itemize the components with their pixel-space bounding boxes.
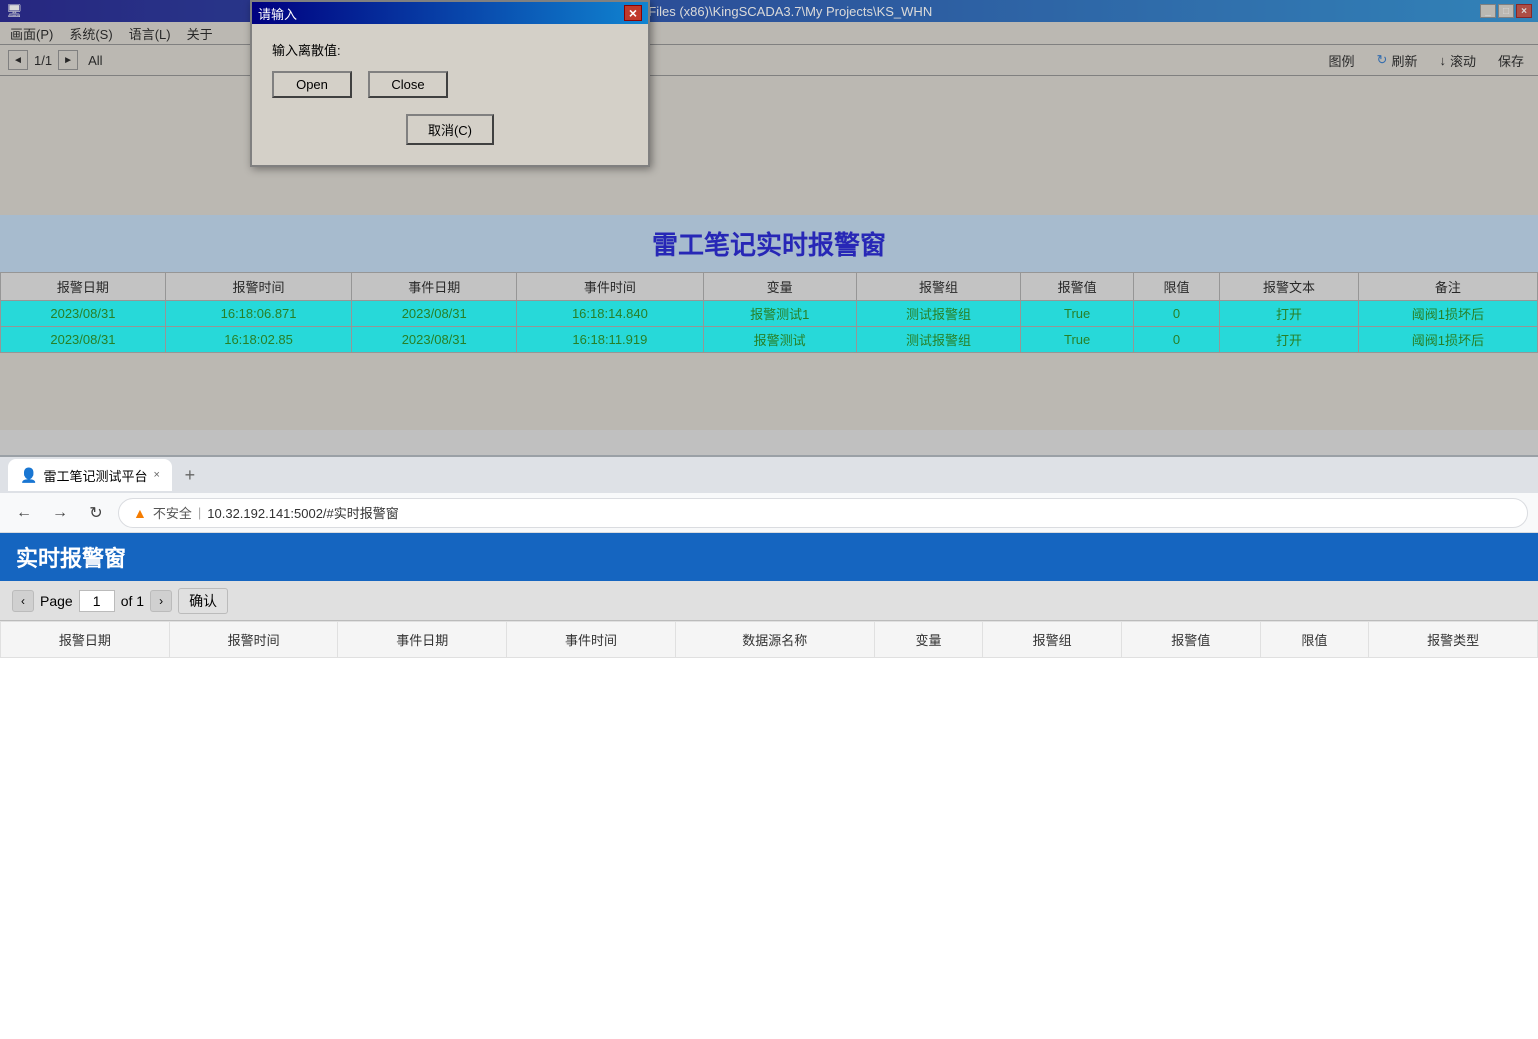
browser-titlebar: 👤 雷工笔记测试平台 × + [0,457,1538,493]
browser-next-icon: › [159,594,163,608]
browser-window: 👤 雷工笔记测试平台 × + ← → ↻ ▲ 不安全 | 10.32.192.1… [0,455,1538,1037]
browser-header-title: 实时报警窗 [16,541,126,573]
dialog-close-icon-btn[interactable]: × [624,5,642,21]
not-secure-label: 不安全 [153,503,192,522]
new-tab-btn[interactable]: + [176,461,204,489]
bth-alarm-type: 报警类型 [1369,622,1538,658]
browser-next-btn[interactable]: › [150,590,172,612]
browser-prev-icon: ‹ [21,594,25,608]
tab-title: 雷工笔记测试平台 [43,466,147,485]
dialog-title: 请输入 [258,4,297,23]
browser-page-label: Page [40,593,73,609]
browser-page-input[interactable] [79,590,115,612]
dialog-body: 输入离散值: Open Close 取消(C) [252,24,648,165]
bth-limit: 限值 [1260,622,1369,658]
dialog-cancel-row: 取消(C) [272,114,628,145]
tab-close-btn[interactable]: × [153,469,159,481]
browser-of-label: of 1 [121,593,144,609]
address-bar[interactable]: ▲ 不安全 | 10.32.192.141:5002/#实时报警窗 [118,498,1528,528]
address-separator: | [198,505,201,520]
browser-content: 实时报警窗 ‹ Page of 1 › 确认 报警日期 报警时间 事件日期 事件… [0,533,1538,1039]
forward-icon: → [52,504,68,522]
dialog: 请输入 × 输入离散值: Open Close 取消(C) [250,0,650,167]
security-warning-icon: ▲ [133,505,147,521]
dialog-open-button[interactable]: Open [272,71,352,98]
browser-confirm-btn[interactable]: 确认 [178,588,228,614]
back-icon: ← [16,504,32,522]
browser-page-header: 实时报警窗 [0,533,1538,581]
back-btn[interactable]: ← [10,499,38,527]
dialog-overlay [0,0,1538,430]
bth-alarm-time: 报警时间 [169,622,338,658]
dialog-titlebar: 请输入 × [252,2,648,24]
bth-datasource: 数据源名称 [675,622,874,658]
bth-alarm-value: 报警值 [1121,622,1260,658]
dialog-primary-buttons: Open Close [272,71,628,98]
browser-table-header: 报警日期 报警时间 事件日期 事件时间 数据源名称 变量 报警组 报警值 限值 … [1,622,1538,658]
address-url: 10.32.192.141:5002/#实时报警窗 [207,503,399,522]
dialog-cancel-button[interactable]: 取消(C) [406,114,494,145]
browser-pagination-bar: ‹ Page of 1 › 确认 [0,581,1538,621]
refresh-nav-icon: ↻ [89,503,102,523]
bth-alarm-group: 报警组 [983,622,1122,658]
tab-user-icon: 👤 [20,467,37,484]
browser-alarm-table: 报警日期 报警时间 事件日期 事件时间 数据源名称 变量 报警组 报警值 限值 … [0,621,1538,658]
browser-prev-btn[interactable]: ‹ [12,590,34,612]
refresh-nav-btn[interactable]: ↻ [82,499,110,527]
bth-alarm-date: 报警日期 [1,622,170,658]
bth-event-date: 事件日期 [338,622,507,658]
browser-nav: ← → ↻ ▲ 不安全 | 10.32.192.141:5002/#实时报警窗 [0,493,1538,533]
browser-tab[interactable]: 👤 雷工笔记测试平台 × [8,459,172,491]
bth-variable: 变量 [874,622,983,658]
close-x-icon: × [629,5,637,21]
dialog-input-label: 输入离散值: [272,40,628,59]
forward-btn[interactable]: → [46,499,74,527]
bth-event-time: 事件时间 [507,622,676,658]
dialog-close-button[interactable]: Close [368,71,448,98]
